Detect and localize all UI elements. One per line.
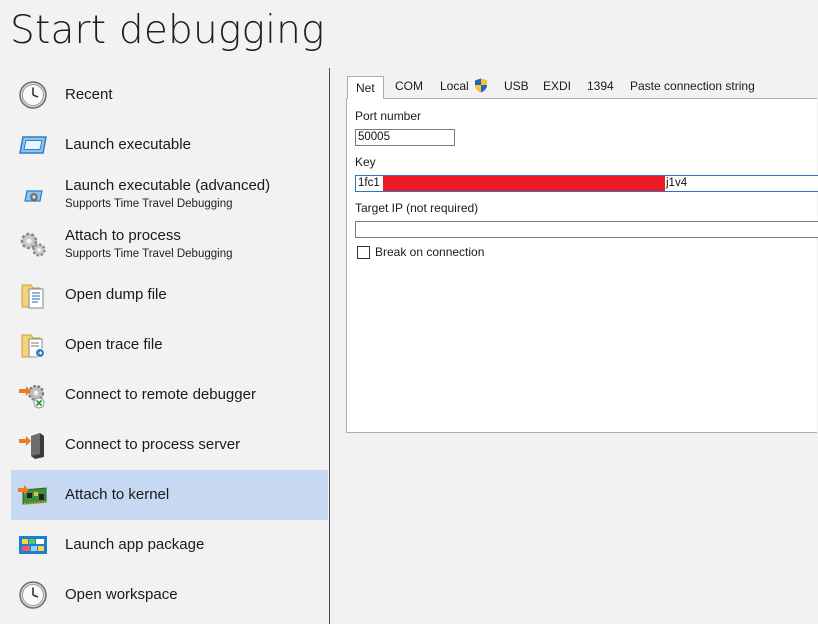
- sidebar-item-sublabel: Supports Time Travel Debugging: [65, 198, 233, 210]
- sidebar-item-label: Launch executable (advanced): [65, 177, 271, 194]
- sidebar-item-label: Open workspace: [65, 586, 178, 603]
- sidebar-item-label: Open dump file: [65, 286, 167, 303]
- break-on-connection-checkbox[interactable]: [357, 246, 370, 259]
- sidebar-item-connect-process-server[interactable]: Connect to process server: [11, 420, 328, 470]
- port-number-input[interactable]: 50005: [355, 129, 455, 146]
- tab-local[interactable]: Local: [440, 76, 488, 96]
- sidebar-item-open-workspace[interactable]: Open workspace: [11, 570, 328, 620]
- net-settings-panel: Port number 50005 Key 1fc1 j1v4 Target I…: [346, 98, 818, 433]
- page-title: Start debugging: [10, 8, 325, 53]
- key-prefix-text: 1fc1: [358, 177, 380, 189]
- tab-1394[interactable]: 1394: [587, 76, 614, 96]
- clock-icon: [19, 581, 47, 609]
- tab-local-label: Local: [440, 79, 469, 93]
- sidebar-item-launch-app-package[interactable]: Launch app package: [11, 520, 328, 570]
- sidebar-item-label: Launch executable: [65, 136, 191, 153]
- sidebar-item-launch-executable-advanced[interactable]: Launch executable (advanced) Supports Ti…: [11, 170, 328, 220]
- tab-exdi[interactable]: EXDI: [543, 76, 571, 96]
- window-icon: [19, 136, 47, 154]
- gears-icon: [20, 232, 46, 257]
- tab-com[interactable]: COM: [395, 76, 423, 96]
- sidebar-item-label: Attach to process: [65, 227, 181, 244]
- pane-divider: [329, 68, 330, 624]
- sidebar-item-recent[interactable]: Recent: [11, 70, 328, 120]
- sidebar-item-label: Attach to kernel: [65, 486, 170, 503]
- uac-shield-icon: [475, 78, 488, 93]
- sidebar-item-sublabel: Supports Time Travel Debugging: [65, 248, 233, 260]
- dump-file-icon: [21, 284, 44, 309]
- sidebar-item-attach-to-kernel[interactable]: Attach to kernel: [11, 470, 328, 520]
- app-package-icon: [19, 536, 47, 554]
- sidebar-item-label: Connect to process server: [65, 436, 241, 453]
- remote-debugger-icon: [19, 384, 45, 409]
- sidebar-item-launch-executable[interactable]: Launch executable: [11, 120, 328, 170]
- sidebar-item-open-dump-file[interactable]: Open dump file: [11, 270, 328, 320]
- sidebar-item-connect-remote-debugger[interactable]: Connect to remote debugger: [11, 370, 328, 420]
- redaction-block: [383, 176, 665, 191]
- process-server-icon: [19, 433, 44, 459]
- port-number-label: Port number: [355, 109, 422, 123]
- kernel-board-icon: [18, 485, 47, 505]
- key-input[interactable]: 1fc1 j1v4: [355, 175, 818, 192]
- target-ip-label: Target IP (not required): [355, 201, 479, 215]
- tab-paste-connection-string[interactable]: Paste connection string: [630, 76, 755, 96]
- tab-net[interactable]: Net: [347, 76, 384, 99]
- sidebar-item-label: Launch app package: [65, 536, 205, 553]
- sidebar: Recent Launch executable Launch executab…: [0, 70, 329, 624]
- target-ip-input[interactable]: [355, 221, 818, 238]
- window-gear-icon: [24, 190, 43, 202]
- sidebar-item-label: Open trace file: [65, 336, 163, 353]
- key-suffix-text: j1v4: [666, 177, 688, 189]
- key-label: Key: [355, 155, 376, 169]
- sidebar-item-label: Recent: [65, 86, 113, 103]
- trace-file-icon: [21, 334, 45, 358]
- sidebar-item-attach-to-process[interactable]: Attach to process Supports Time Travel D…: [11, 220, 328, 270]
- sidebar-item-open-trace-file[interactable]: Open trace file: [11, 320, 328, 370]
- tab-usb[interactable]: USB: [504, 76, 529, 96]
- clock-icon: [19, 81, 47, 109]
- break-on-connection-label[interactable]: Break on connection: [375, 245, 484, 259]
- sidebar-item-label: Connect to remote debugger: [65, 386, 256, 403]
